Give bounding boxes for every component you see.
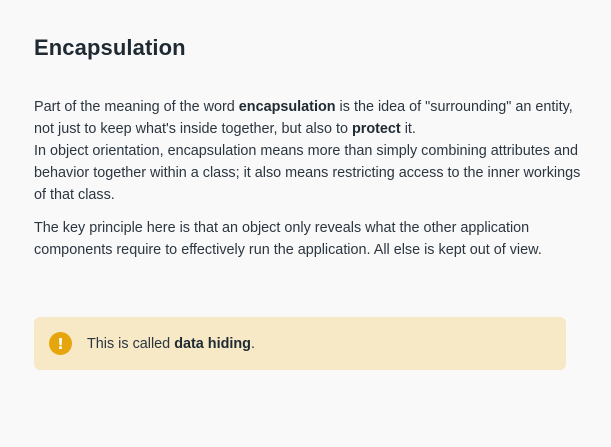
callout-term: data hiding <box>174 335 251 352</box>
callout-text: This is called data hiding. <box>87 333 255 355</box>
paragraph-principle: The key principle here is that an object… <box>34 220 542 258</box>
term-protect: protect <box>351 121 401 137</box>
exclamation-icon: ! <box>49 332 72 355</box>
paragraph-intro: Part of the meaning of the word encapsul… <box>34 96 582 206</box>
callout-prefix: This is called <box>87 335 175 352</box>
term-encapsulation: encapsulation <box>238 99 336 115</box>
intro-text-3: it. <box>400 121 416 137</box>
callout-suffix: . <box>250 335 255 352</box>
article: Encapsulation Part of the meaning of the… <box>34 33 582 261</box>
intro-text-1: Part of the meaning of the word <box>34 99 239 115</box>
page-title: Encapsulation <box>34 35 186 60</box>
info-callout: ! This is called data hiding. <box>34 317 566 370</box>
intro-text-4: In object orientation, encapsulation mea… <box>34 143 581 203</box>
